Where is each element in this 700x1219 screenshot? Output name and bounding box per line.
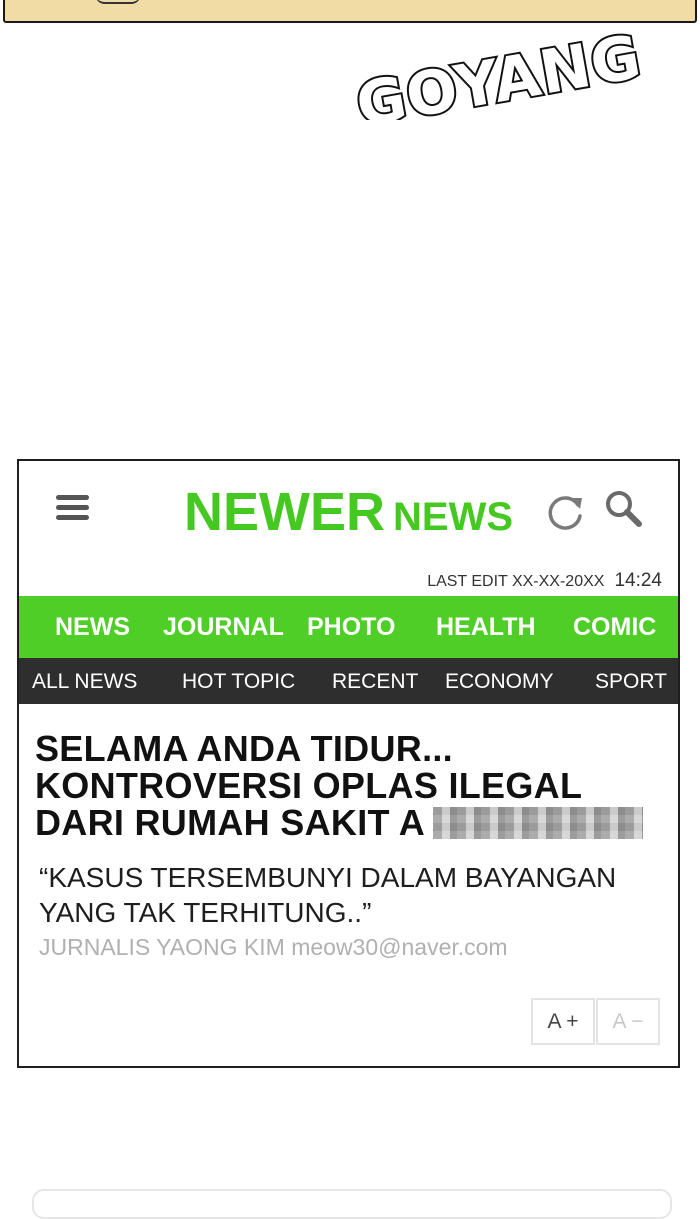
- headline-line: SELAMA ANDA TIDUR...: [35, 728, 453, 769]
- news-app-screen: NEWER NEWS LAST EDIT XX-XX-20XX 14:24 NEWS…: [17, 459, 680, 1068]
- font-size-controls: A + A −: [531, 998, 660, 1046]
- primary-nav: NEWS JOURNAL PHOTO HEALTH COMIC: [19, 596, 678, 658]
- logo-sub: NEWS: [393, 495, 513, 539]
- nav-item-comic[interactable]: COMIC: [573, 613, 656, 642]
- nav-item-photo[interactable]: PHOTO: [307, 613, 395, 642]
- subtitle-line: YANG TAK TERHITUNG..”: [39, 897, 372, 928]
- secondary-nav: ALL NEWS HOT TOPIC RECENT ECONOMY SPORT: [19, 658, 678, 704]
- font-increase-button[interactable]: A +: [531, 998, 595, 1045]
- refresh-icon[interactable]: [545, 490, 587, 532]
- article: SELAMA ANDA TIDUR... KONTROVERSI OPLAS I…: [19, 704, 678, 1066]
- subnav-item-hot-topic[interactable]: HOT TOPIC: [182, 670, 295, 694]
- article-byline: JURNALIS YAONG KIM meow30@naver.com: [39, 934, 508, 960]
- subnav-item-recent[interactable]: RECENT: [332, 670, 418, 694]
- subnav-item-economy[interactable]: ECONOMY: [445, 670, 554, 694]
- headline-line-with-censor: DARI RUMAH SAKIT A: [35, 804, 655, 841]
- article-subtitle: “KASUS TERSEMBUNYI DALAM BAYANGAN YANG T…: [39, 860, 659, 930]
- comic-panel-detail: [95, 0, 141, 4]
- subtitle-line: “KASUS TERSEMBUNYI DALAM BAYANGAN: [39, 862, 617, 893]
- subnav-item-all-news[interactable]: ALL NEWS: [32, 670, 137, 694]
- next-panel-edge: [32, 1189, 672, 1219]
- subnav-item-sport[interactable]: SPORT: [595, 670, 667, 694]
- sound-effect-text: GOYANG: [351, 22, 647, 120]
- search-icon[interactable]: [603, 488, 645, 530]
- nav-item-health[interactable]: HEALTH: [436, 613, 536, 642]
- font-decrease-button[interactable]: A −: [596, 998, 660, 1045]
- last-edit-info: LAST EDIT XX-XX-20XX 14:24: [427, 570, 662, 592]
- headline-line: KONTROVERSI OPLAS ILEGAL: [35, 765, 583, 806]
- logo-main: NEWER: [184, 482, 385, 542]
- headline-line: DARI RUMAH SAKIT A: [35, 802, 426, 843]
- last-edit-label: LAST EDIT XX-XX-20XX: [427, 573, 605, 590]
- censored-mosaic: [433, 807, 644, 839]
- last-edit-time: 14:24: [614, 570, 662, 591]
- app-header: NEWER NEWS: [19, 461, 678, 568]
- nav-item-news[interactable]: NEWS: [55, 613, 130, 642]
- article-headline[interactable]: SELAMA ANDA TIDUR... KONTROVERSI OPLAS I…: [35, 730, 655, 841]
- nav-item-journal[interactable]: JOURNAL: [163, 613, 284, 642]
- sound-effect: GOYANG: [349, 20, 649, 120]
